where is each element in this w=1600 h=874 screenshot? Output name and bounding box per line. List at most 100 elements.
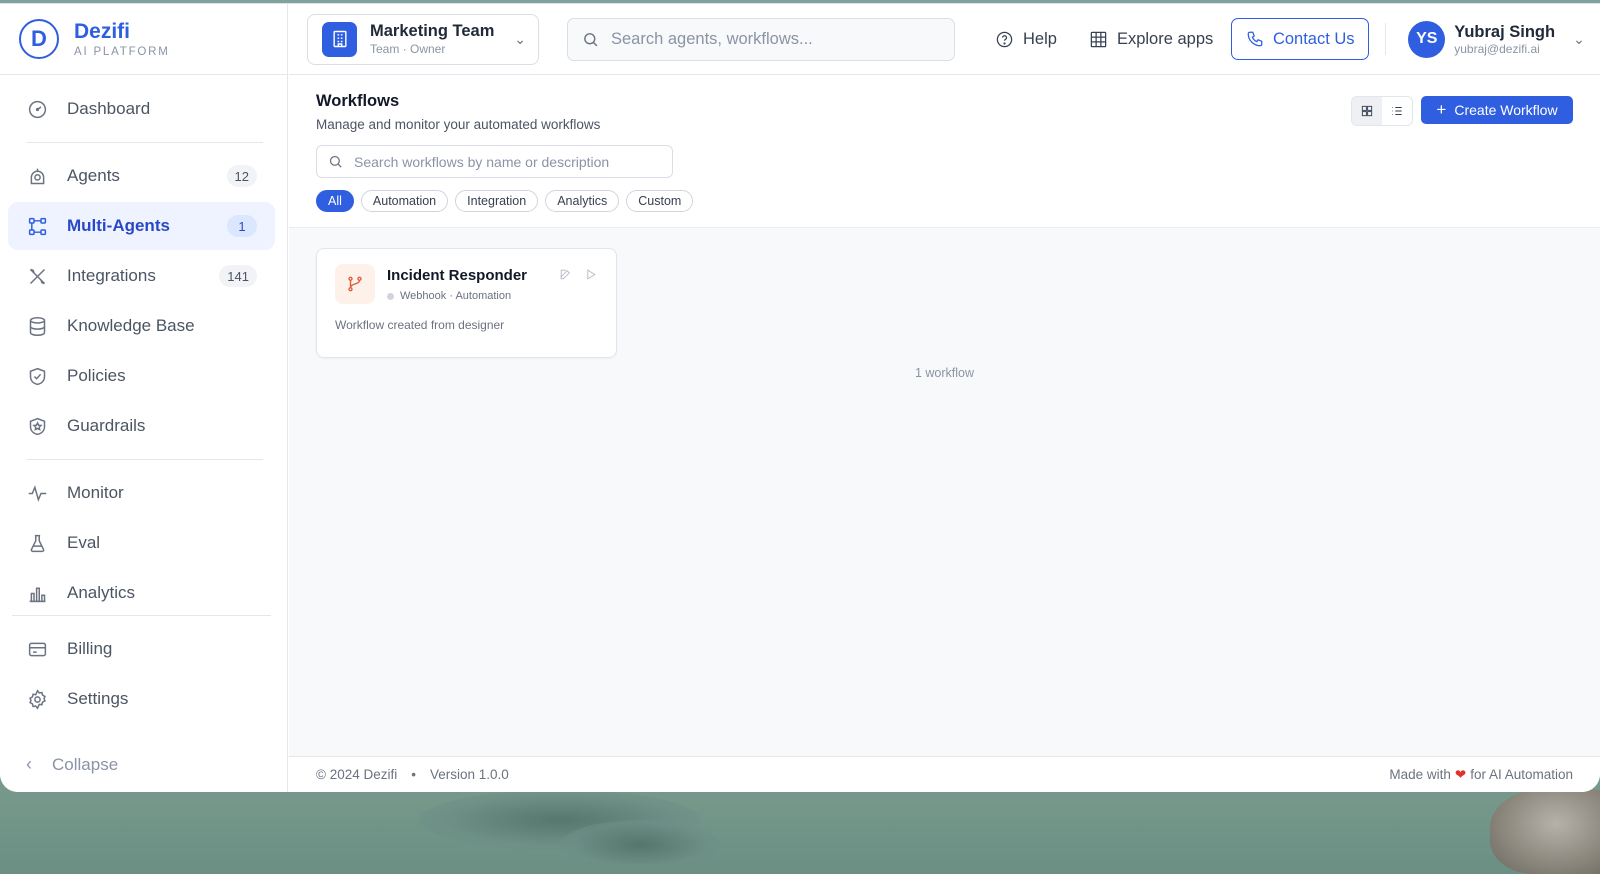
sidebar-item-billing[interactable]: Billing bbox=[8, 625, 275, 673]
grid-view-button[interactable] bbox=[1352, 97, 1382, 125]
workflow-search-input[interactable] bbox=[354, 153, 654, 170]
user-menu[interactable]: YS Yubraj Singh yubraj@dezifi.ai ⌄ bbox=[1408, 20, 1585, 58]
count-badge: 12 bbox=[226, 165, 257, 187]
filter-chip-integration[interactable]: Integration bbox=[455, 190, 539, 212]
explore-label: Explore apps bbox=[1116, 29, 1214, 48]
water-rock bbox=[560, 820, 720, 870]
user-email: yubraj@dezifi.ai bbox=[1454, 41, 1540, 56]
card-icon bbox=[26, 638, 48, 660]
team-role: Team · Owner bbox=[370, 42, 446, 56]
bar-chart-icon bbox=[26, 582, 48, 604]
sidebar-item-label: Eval bbox=[67, 533, 101, 552]
sidebar-item-integrations[interactable]: Integrations 141 bbox=[8, 252, 275, 300]
sidebar-item-label: Analytics bbox=[67, 583, 136, 602]
building-icon bbox=[322, 21, 357, 57]
workflow-description: Workflow created from designer bbox=[335, 318, 505, 332]
filter-chip-custom[interactable]: Custom bbox=[626, 190, 694, 212]
sidebar-item-label: Agents bbox=[67, 166, 120, 185]
sidebar-item-label: Multi-Agents bbox=[67, 216, 170, 235]
topbar: Marketing Team Team · Owner ⌄ Help Explo… bbox=[289, 4, 1600, 75]
sidebar-item-eval[interactable]: Eval bbox=[8, 519, 275, 567]
view-toggle bbox=[1351, 96, 1413, 126]
filter-chip-automation[interactable]: Automation bbox=[360, 190, 449, 212]
brand-name: Dezifi bbox=[74, 20, 131, 43]
team-switcher[interactable]: Marketing Team Team · Owner ⌄ bbox=[307, 13, 539, 65]
run-button[interactable] bbox=[584, 268, 598, 282]
sidebar-item-label: Billing bbox=[67, 639, 113, 658]
sidebar-nav: Dashboard Agents 12 Multi-Agents 1 Integ… bbox=[0, 75, 287, 723]
database-icon bbox=[26, 315, 48, 337]
help-label: Help bbox=[1023, 29, 1057, 48]
avatar: YS bbox=[1408, 20, 1446, 58]
sidebar-item-label: Settings bbox=[67, 689, 129, 708]
app-window: D Dezifi AI PLATFORM Dashboard Agents 12… bbox=[0, 3, 1600, 792]
workflow-icon bbox=[26, 215, 48, 237]
sidebar-item-agents[interactable]: Agents 12 bbox=[8, 152, 275, 200]
sidebar-item-knowledge-base[interactable]: Knowledge Base bbox=[8, 302, 275, 350]
sidebar-item-label: Knowledge Base bbox=[67, 316, 195, 335]
sidebar-item-settings[interactable]: Settings bbox=[8, 675, 275, 723]
activity-icon bbox=[26, 482, 48, 504]
sidebar-item-label: Dashboard bbox=[67, 99, 151, 118]
sidebar-item-multi-agents[interactable]: Multi-Agents 1 bbox=[8, 202, 275, 250]
chevron-down-icon: ⌄ bbox=[514, 30, 526, 47]
shield-check-icon bbox=[26, 365, 48, 387]
sidebar-item-analytics[interactable]: Analytics bbox=[8, 569, 275, 617]
divider bbox=[1385, 23, 1387, 55]
flask-icon bbox=[26, 532, 48, 554]
create-workflow-label: Create Workflow bbox=[1454, 102, 1558, 118]
list-view-icon bbox=[1392, 107, 1402, 115]
chevron-left-icon: ‹ bbox=[26, 754, 32, 774]
explore-apps-link[interactable]: Explore apps bbox=[1089, 30, 1213, 49]
bot-icon bbox=[26, 165, 48, 187]
page-header: Workflows Manage and monitor your automa… bbox=[289, 76, 1600, 228]
tools-icon bbox=[26, 265, 48, 287]
main-content: Workflows Manage and monitor your automa… bbox=[289, 76, 1600, 756]
count-badge: 141 bbox=[219, 265, 257, 287]
heart-icon: ❤ bbox=[1454, 766, 1467, 782]
sidebar-item-label: Monitor bbox=[67, 483, 124, 502]
contact-us-button[interactable]: Contact Us bbox=[1231, 18, 1370, 60]
global-search-input[interactable] bbox=[611, 29, 931, 49]
sidebar-item-label: Guardrails bbox=[67, 416, 146, 435]
help-link[interactable]: Help bbox=[995, 30, 1057, 49]
grid-view-icon bbox=[1361, 105, 1373, 117]
shield-star-icon bbox=[26, 415, 48, 437]
made-with-prefix: Made with bbox=[1389, 767, 1451, 782]
phone-icon bbox=[1247, 31, 1263, 47]
workflow-name: Incident Responder bbox=[387, 267, 528, 284]
status-dot bbox=[387, 292, 394, 300]
nav-divider bbox=[26, 142, 263, 143]
collapse-label: Collapse bbox=[52, 754, 119, 774]
edit-button[interactable] bbox=[559, 268, 573, 282]
gauge-icon bbox=[26, 98, 48, 120]
filter-chip-analytics[interactable]: Analytics bbox=[545, 190, 620, 212]
sidebar-item-label: Integrations bbox=[67, 266, 156, 285]
footer: © 2024 Dezifi • Version 1.0.0 Made with … bbox=[289, 756, 1600, 792]
global-search[interactable] bbox=[567, 17, 955, 61]
collapse-button[interactable]: ‹ Collapse bbox=[0, 754, 118, 775]
grid-icon bbox=[1090, 31, 1107, 47]
team-name: Marketing Team bbox=[370, 22, 495, 40]
separator: • bbox=[411, 767, 416, 782]
search-icon bbox=[329, 155, 342, 168]
git-branch-icon bbox=[335, 264, 375, 304]
contact-label: Contact Us bbox=[1272, 29, 1355, 48]
create-workflow-button[interactable]: + Create Workflow bbox=[1421, 96, 1573, 124]
help-circle-icon bbox=[996, 31, 1013, 47]
sidebar-item-label: Policies bbox=[67, 366, 126, 385]
chevron-down-icon: ⌄ bbox=[1573, 30, 1585, 47]
sidebar-item-guardrails[interactable]: Guardrails bbox=[8, 402, 275, 450]
plus-icon: + bbox=[1436, 100, 1447, 119]
filter-chip-all[interactable]: All bbox=[316, 190, 354, 212]
workflow-card[interactable]: Incident Responder Webhook · Automation … bbox=[316, 248, 617, 358]
nav-divider bbox=[26, 459, 263, 460]
sidebar-item-monitor[interactable]: Monitor bbox=[8, 469, 275, 517]
copyright: © 2024 Dezifi bbox=[316, 767, 398, 782]
sidebar-item-dashboard[interactable]: Dashboard bbox=[8, 85, 275, 133]
list-view-button[interactable] bbox=[1382, 97, 1412, 125]
workflow-search[interactable] bbox=[316, 145, 673, 178]
user-name: Yubraj Singh bbox=[1454, 22, 1556, 41]
brand[interactable]: D Dezifi AI PLATFORM bbox=[0, 4, 287, 75]
sidebar-item-policies[interactable]: Policies bbox=[8, 352, 275, 400]
